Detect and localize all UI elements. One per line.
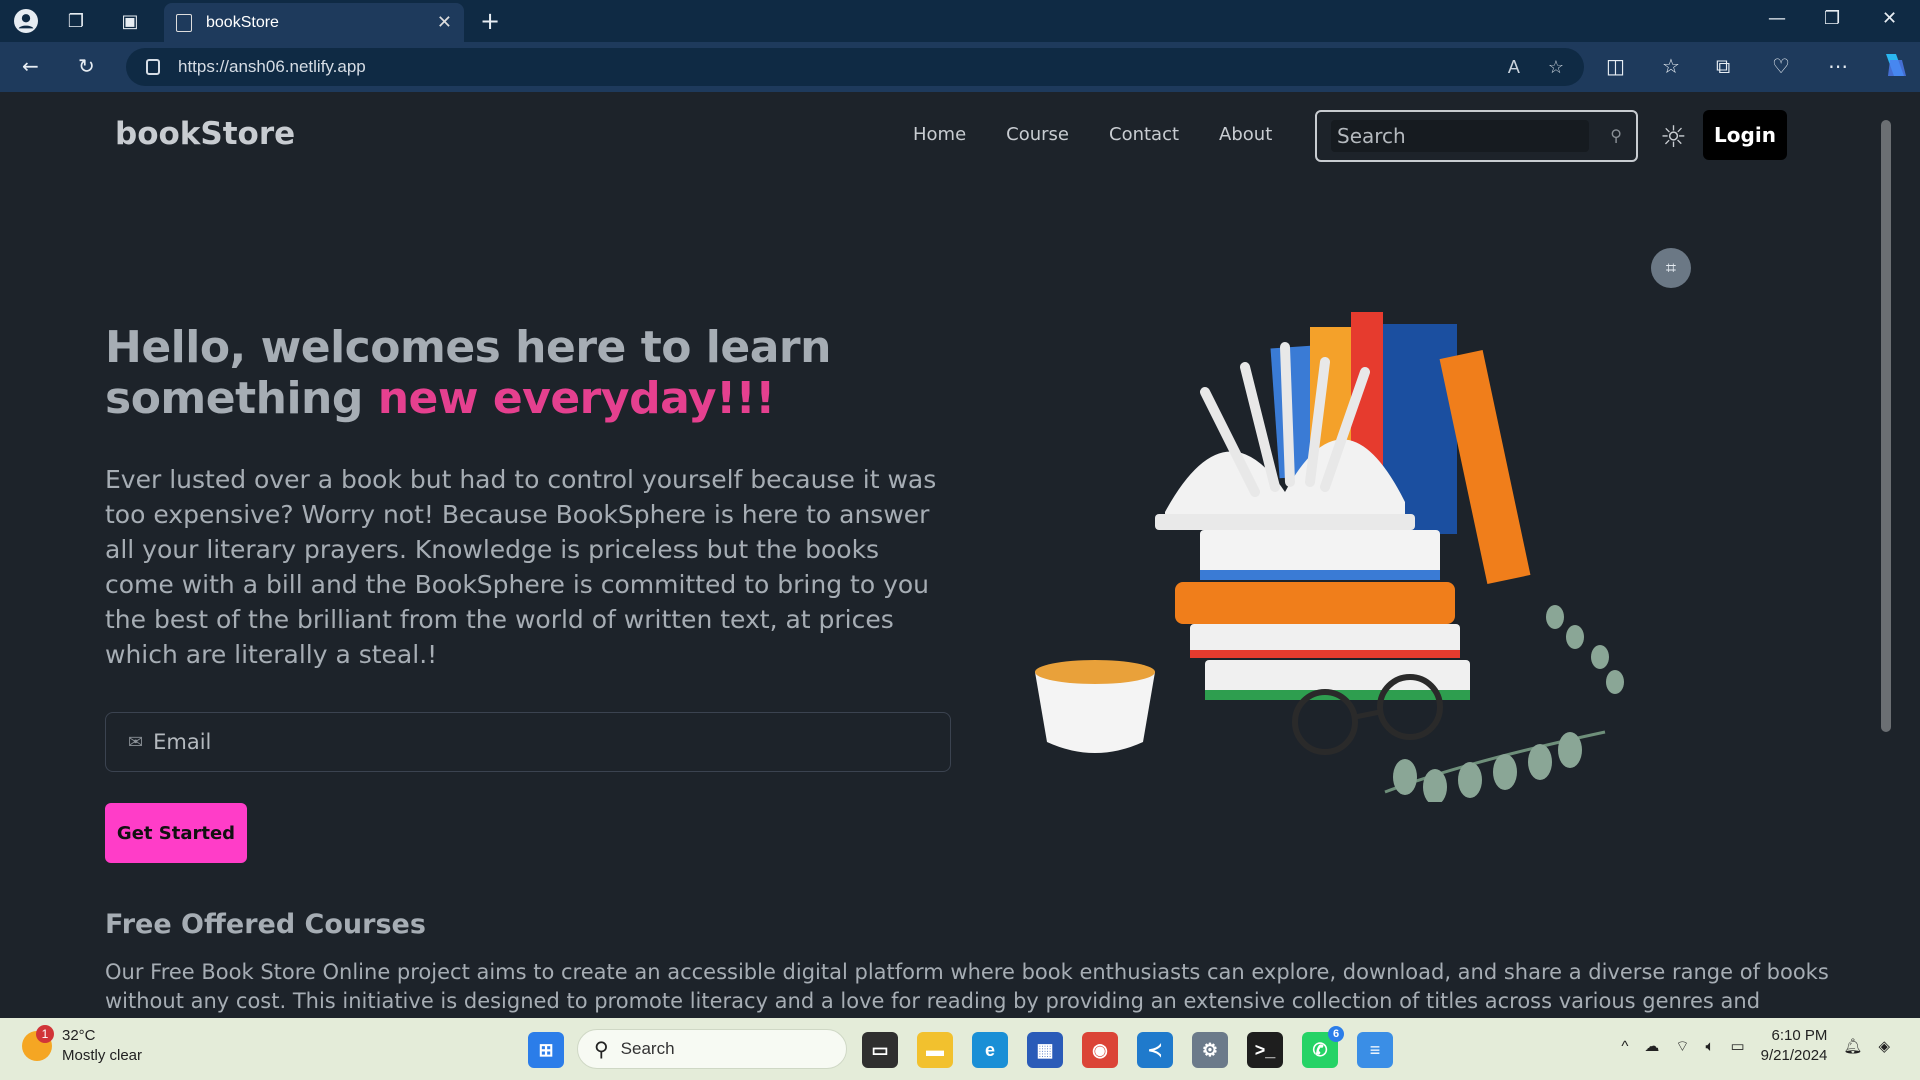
taskbar-search[interactable]: ⚲ Search [577, 1029, 847, 1069]
new-tab-icon[interactable]: + [478, 7, 502, 35]
favorite-star-icon[interactable]: ☆ [1548, 57, 1564, 78]
start-icon[interactable]: ⊞ [528, 1032, 564, 1068]
whatsapp-icon[interactable]: ✆ 6 [1302, 1026, 1344, 1068]
envelope-icon: ✉ [128, 731, 144, 753]
chrome-icon[interactable]: ◉ [1082, 1032, 1118, 1068]
read-aloud-icon[interactable]: A [1508, 57, 1520, 78]
login-button[interactable]: Login [1703, 110, 1787, 160]
email-field: ✉ [105, 712, 951, 772]
main-nav: Home Course Contact About [913, 124, 1272, 145]
minimize-icon[interactable]: — [1768, 8, 1786, 29]
restore-icon[interactable]: ❐ [1824, 8, 1840, 29]
search-box: ⚲ [1315, 110, 1638, 162]
url-text: https://ansh06.netlify.app [178, 57, 366, 76]
web-page: bookStore Home Course Contact About ⚲ ☼ … [5, 92, 1896, 1018]
copilot-taskbar-icon[interactable]: ◈ [1878, 1037, 1890, 1055]
wifi-icon[interactable]: ⌔ [1675, 1037, 1689, 1056]
books-illustration [1035, 312, 1624, 802]
browser-essentials-icon[interactable]: ♡ [1772, 54, 1790, 78]
courses-paragraph: Our Free Book Store Online project aims … [105, 960, 1829, 1013]
refresh-icon[interactable]: ↻ [78, 54, 95, 78]
taskbar-search-label: Search [620, 1039, 675, 1058]
whatsapp-badge: 6 [1328, 1026, 1344, 1042]
scrollbar[interactable] [1877, 92, 1896, 1018]
workspaces-icon[interactable]: ❐ [64, 9, 88, 33]
back-icon[interactable]: ← [22, 54, 39, 78]
email-input[interactable] [153, 730, 854, 754]
visual-search-icon[interactable]: ⌗ [1651, 248, 1691, 288]
favorites-icon[interactable]: ☆ [1662, 54, 1680, 78]
file-explorer-icon[interactable]: ▬ [917, 1032, 953, 1068]
notification-bell-icon[interactable]: 🔔︎ [1843, 1037, 1862, 1055]
profile-icon[interactable] [14, 9, 38, 33]
clock-date: 9/21/2024 [1760, 1047, 1828, 1064]
weather-badge: 1 [36, 1025, 54, 1043]
taskbar-pinned: ▭ ▬ e ▦ ◉ ≺ ⚙ >_ ✆ 6 ≡ [862, 1026, 1393, 1068]
nav-about[interactable]: About [1219, 124, 1272, 145]
taskbar: 1 32°C Mostly clear ⊞ ⚲ Search ▭ ▬ e ▦ ◉… [0, 1018, 1920, 1080]
tray-overflow-icon[interactable]: ^ [1621, 1038, 1628, 1055]
tab-title: bookStore [206, 13, 279, 31]
hero-paragraph: Ever lusted over a book but had to contr… [105, 465, 937, 669]
weather-widget[interactable]: 1 32°C Mostly clear [22, 1025, 143, 1066]
notepad-icon[interactable]: ≡ [1357, 1032, 1393, 1068]
window-close-icon[interactable]: ✕ [1882, 8, 1897, 29]
volume-icon[interactable]: 🔈︎ [1705, 1038, 1714, 1055]
address-bar[interactable]: https://ansh06.netlify.app A ☆ [126, 48, 1584, 86]
nav-home[interactable]: Home [913, 124, 966, 145]
weather-desc: Mostly clear [62, 1047, 143, 1064]
tab-close-icon[interactable]: ✕ [437, 12, 452, 33]
nav-course[interactable]: Course [1006, 124, 1069, 145]
search-icon[interactable]: ⚲ [1610, 126, 1622, 145]
weather-icon: 1 [22, 1025, 54, 1061]
settings-icon[interactable]: ⚙ [1192, 1032, 1228, 1068]
onedrive-icon[interactable]: ☁ [1644, 1037, 1659, 1055]
browser-titlebar: ❐ ▣ bookStore ✕ + — ❐ ✕ [0, 0, 1920, 42]
hero-title: Hello, welcomes here to learn something … [105, 322, 865, 424]
store-icon[interactable]: ▦ [1027, 1032, 1063, 1068]
split-screen-icon[interactable]: ◫ [1606, 54, 1625, 78]
terminal-icon[interactable]: >_ [1247, 1032, 1283, 1068]
taskbar-apps: ⊞ [528, 1032, 564, 1068]
nav-contact[interactable]: Contact [1109, 124, 1179, 145]
clock[interactable]: 6:10 PM 9/21/2024 [1761, 1026, 1828, 1066]
copilot-icon[interactable] [1880, 50, 1910, 85]
system-tray: ^ ☁ ⌔ 🔈︎ ▭ 6:10 PM 9/21/2024 🔔︎ ◈ [1621, 1026, 1890, 1066]
hero-title-highlight: new everyday!!! [377, 373, 776, 424]
page-icon [176, 13, 192, 32]
get-started-button[interactable]: Get Started [105, 803, 247, 863]
search-input[interactable] [1331, 120, 1589, 152]
site-logo[interactable]: bookStore [115, 116, 295, 152]
vscode-icon[interactable]: ≺ [1137, 1032, 1173, 1068]
courses-title: Free Offered Courses [105, 909, 426, 940]
address-toolbar: ← ↻ https://ansh06.netlify.app A ☆ ◫ ☆ ⧉… [0, 42, 1920, 92]
lock-icon [146, 59, 160, 75]
search-icon: ⚲ [594, 1038, 609, 1061]
tab-bookstore[interactable]: bookStore ✕ [164, 3, 464, 42]
theme-toggle-sun-icon[interactable]: ☼ [1660, 120, 1687, 155]
more-menu-icon[interactable]: ⋯ [1828, 54, 1848, 78]
tab-actions-icon[interactable]: ▣ [118, 9, 142, 33]
edge-icon[interactable]: e [972, 1032, 1008, 1068]
weather-temp: 32°C [62, 1027, 96, 1044]
collections-icon[interactable]: ⧉ [1716, 54, 1730, 78]
battery-icon[interactable]: ▭ [1730, 1037, 1744, 1055]
clock-time: 6:10 PM [1771, 1027, 1828, 1044]
task-view-icon[interactable]: ▭ [862, 1032, 898, 1068]
scroll-thumb[interactable] [1881, 120, 1891, 732]
